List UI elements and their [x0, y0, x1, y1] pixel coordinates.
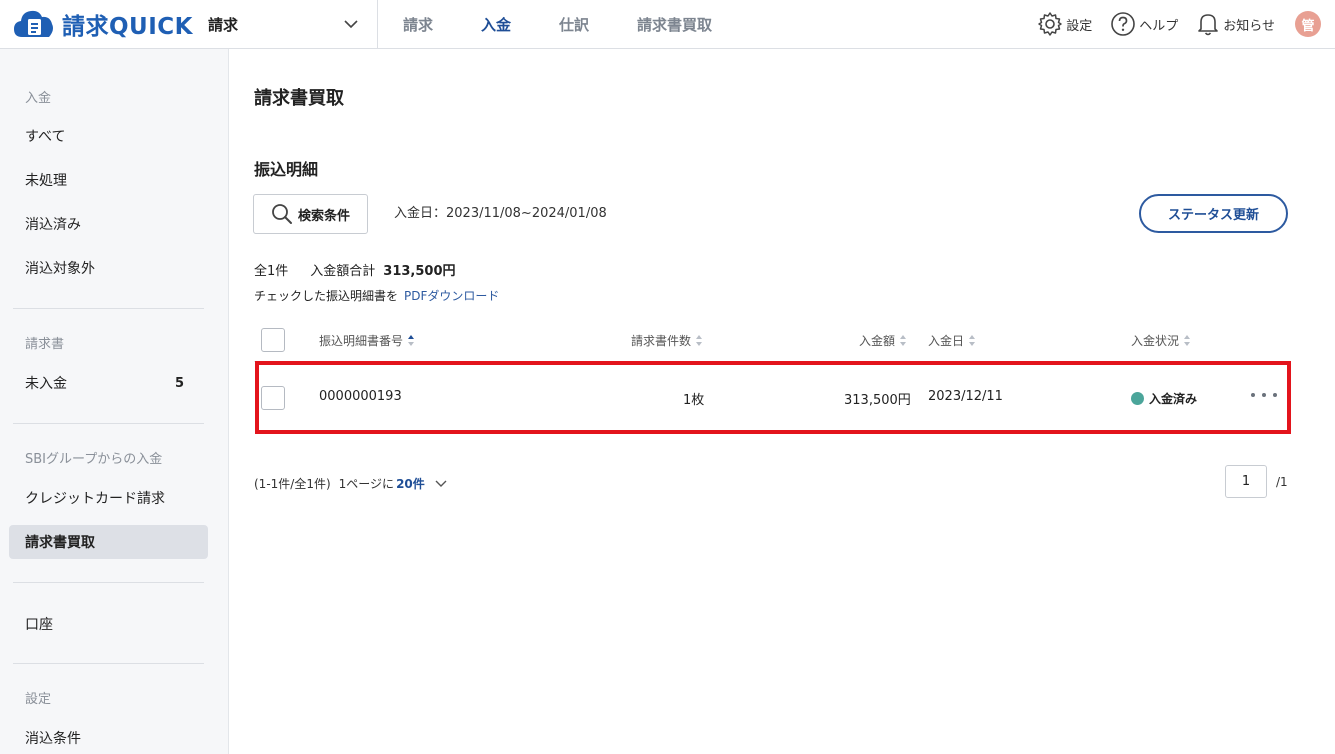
sidebar-divider — [13, 308, 204, 309]
nav-factoring[interactable]: 請求書買取 — [637, 14, 712, 35]
sidebar-section-invoice: 請求書 — [25, 337, 65, 352]
search-icon — [272, 204, 292, 224]
header-actions: 設定 ヘルプ お知らせ 管 — [1019, 0, 1321, 48]
search-conditions-label: 検索条件 — [297, 208, 350, 224]
main-nav: 請求 入金 仕訳 請求書買取 — [403, 0, 760, 48]
summary: 全1件 入金額合計 313,500円 — [254, 260, 456, 279]
nav-payment[interactable]: 入金 — [481, 14, 511, 35]
settings-button[interactable]: 設定 — [1037, 11, 1092, 37]
pager-range: (1-1件/全1件) — [254, 477, 331, 491]
nav-journal[interactable]: 仕訳 — [559, 14, 589, 35]
help-icon — [1111, 12, 1136, 36]
bell-icon — [1198, 14, 1219, 36]
column-header-label: 入金日 — [928, 334, 965, 348]
sidebar-divider — [13, 582, 204, 583]
column-header-label: 入金額 — [859, 334, 896, 348]
chevron-down-icon[interactable] — [435, 480, 447, 488]
sort-icon — [969, 335, 976, 346]
column-header-label: 入金状況 — [1131, 334, 1180, 348]
page-number-input[interactable] — [1225, 465, 1267, 498]
select-all-checkbox[interactable] — [261, 328, 285, 352]
per-page-label: 1ページに — [338, 477, 395, 491]
column-header-amount[interactable]: 入金額 — [859, 332, 907, 349]
sort-icon — [696, 335, 703, 346]
column-header-label: 振込明細書番号 — [319, 334, 404, 348]
chevron-down-icon — [344, 19, 358, 28]
status-update-button[interactable]: ステータス更新 — [1139, 194, 1288, 233]
search-conditions-button[interactable]: 検索条件 — [253, 194, 368, 234]
summary-total-value: 313,500円 — [383, 264, 456, 279]
sidebar-section-payment: 入金 — [25, 91, 52, 106]
help-button[interactable]: ヘルプ — [1110, 11, 1178, 37]
column-header-invoice-count[interactable]: 請求書件数 — [631, 332, 703, 349]
date-range-filter: 入金日：2023/11/08~2024/01/08 — [394, 206, 607, 221]
sidebar: 入金 すべて 未処理 消込済み 消込対象外 請求書 未入金 5 SBIグループか… — [0, 49, 229, 754]
column-header-date[interactable]: 入金日 — [928, 332, 976, 349]
app-logo[interactable]: 請求QUICK — [12, 7, 193, 41]
pagination-info: (1-1件/全1件) 1ページに 20件 — [254, 475, 447, 492]
column-header-label: 請求書件数 — [631, 334, 692, 348]
sidebar-item-unpaid[interactable]: 未入金 5 — [9, 366, 208, 400]
page-title: 請求書買取 — [254, 88, 344, 109]
help-label: ヘルプ — [1139, 18, 1179, 34]
unpaid-count-badge: 5 — [174, 375, 184, 391]
sidebar-section-settings: 設定 — [25, 692, 52, 707]
per-page-select[interactable]: 20件 — [396, 475, 425, 492]
header-divider — [377, 0, 378, 49]
pdf-download-line: チェックした振込明細書を PDFダウンロード — [254, 287, 499, 304]
sidebar-divider — [13, 423, 204, 424]
sidebar-item-label: 未入金 — [25, 376, 67, 392]
sidebar-section-sbi: SBIグループからの入金 — [25, 452, 163, 467]
summary-count: 全1件 — [254, 264, 289, 279]
sidebar-item-factoring[interactable]: 請求書買取 — [9, 525, 208, 559]
column-header-status[interactable]: 入金状況 — [1131, 332, 1191, 349]
row-highlight-box — [255, 361, 1291, 434]
notifications-label: お知らせ — [1223, 18, 1275, 34]
sort-icon — [1184, 335, 1191, 346]
cloud-logo-icon — [12, 7, 56, 41]
pdf-download-prefix: チェックした振込明細書を — [254, 289, 399, 303]
sidebar-item-reconciled[interactable]: 消込済み — [9, 207, 208, 241]
nav-invoice[interactable]: 請求 — [403, 14, 433, 35]
sidebar-item-credit-card[interactable]: クレジットカード請求 — [9, 481, 208, 515]
column-header-number[interactable]: 振込明細書番号 — [319, 332, 415, 349]
sort-icon — [900, 335, 907, 346]
pdf-download-link[interactable]: PDFダウンロード — [404, 289, 499, 303]
notifications-button[interactable]: お知らせ — [1196, 11, 1275, 37]
service-select-label: 請求 — [208, 15, 239, 34]
section-title: 振込明細 — [254, 160, 319, 179]
sidebar-item-all[interactable]: すべて — [9, 119, 208, 153]
service-select[interactable]: 請求 — [208, 11, 358, 37]
settings-label: 設定 — [1066, 18, 1093, 34]
sidebar-item-account[interactable]: 口座 — [9, 607, 208, 641]
logo-text: 請求QUICK — [62, 14, 193, 40]
sidebar-item-unprocessed[interactable]: 未処理 — [9, 163, 208, 197]
sidebar-item-reconcile-rules[interactable]: 消込条件 — [9, 721, 208, 754]
user-avatar[interactable]: 管 — [1295, 11, 1321, 37]
sort-icon — [408, 335, 415, 346]
sidebar-item-excluded[interactable]: 消込対象外 — [9, 251, 208, 285]
page-total: /1 — [1276, 475, 1288, 489]
sidebar-divider — [13, 663, 204, 664]
summary-total-label: 入金額合計 — [310, 264, 376, 279]
gear-icon — [1038, 12, 1062, 36]
top-header: 請求QUICK 請求 請求 入金 仕訳 請求書買取 設定 ヘルプ お知らせ 管 — [0, 0, 1335, 49]
